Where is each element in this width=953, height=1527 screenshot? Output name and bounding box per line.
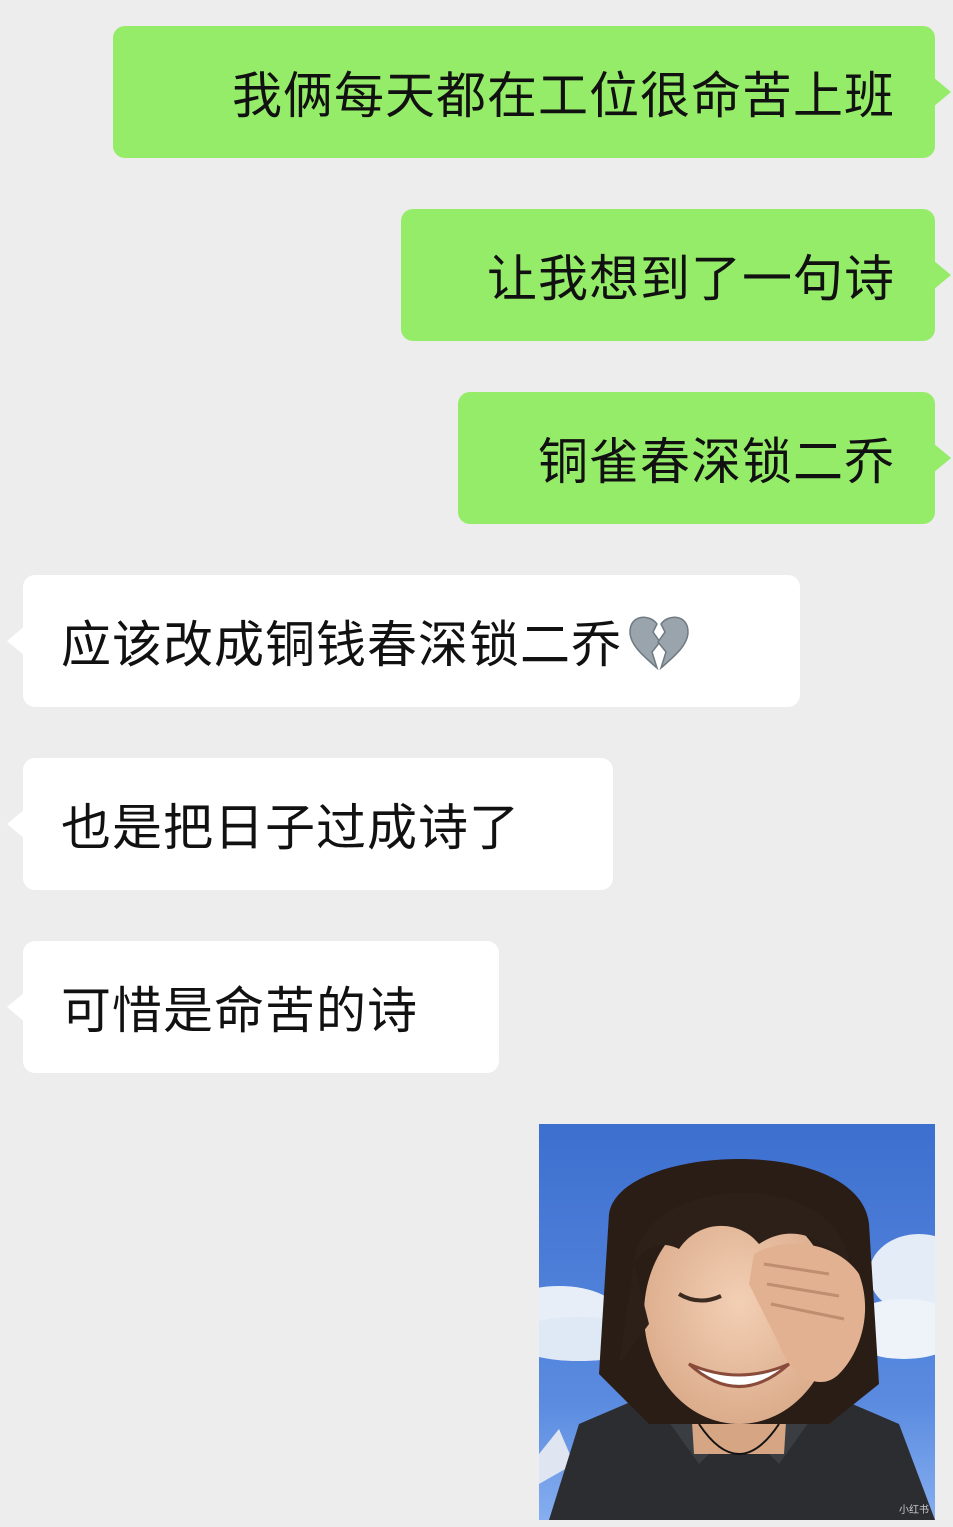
message-bubble-sent[interactable]: 我俩每天都在工位很命苦上班 [113,26,951,158]
message-text: 可惜是命苦的诗 [61,982,418,1040]
chat-window: 我俩每天都在工位很命苦上班 让我想到了一句诗 铜雀春深锁二乔 应该改成铜钱春深锁… [0,0,953,1527]
message-bubble-received[interactable]: 可惜是命苦的诗 [7,941,499,1073]
message-text: 应该改成铜钱春深锁二乔 [61,616,622,674]
message-bubble-sent[interactable]: 让我想到了一句诗 [401,209,951,341]
message-text: 也是把日子过成诗了 [61,799,520,857]
message-text: 我俩每天都在工位很命苦上班 [232,67,895,125]
message-bubble-sent[interactable]: 铜雀春深锁二乔 [458,392,951,524]
message-text: 让我想到了一句诗 [487,250,895,308]
broken-heart-icon [626,612,692,671]
image-message[interactable]: 小红书 [539,1124,935,1520]
message-bubble-received[interactable]: 也是把日子过成诗了 [7,758,613,890]
laughing-facepalm-meme-icon [539,1124,935,1520]
watermark-text: 小红书 [899,1505,929,1516]
message-bubble-received[interactable]: 应该改成铜钱春深锁二乔 [7,575,800,707]
message-text: 铜雀春深锁二乔 [538,433,895,491]
